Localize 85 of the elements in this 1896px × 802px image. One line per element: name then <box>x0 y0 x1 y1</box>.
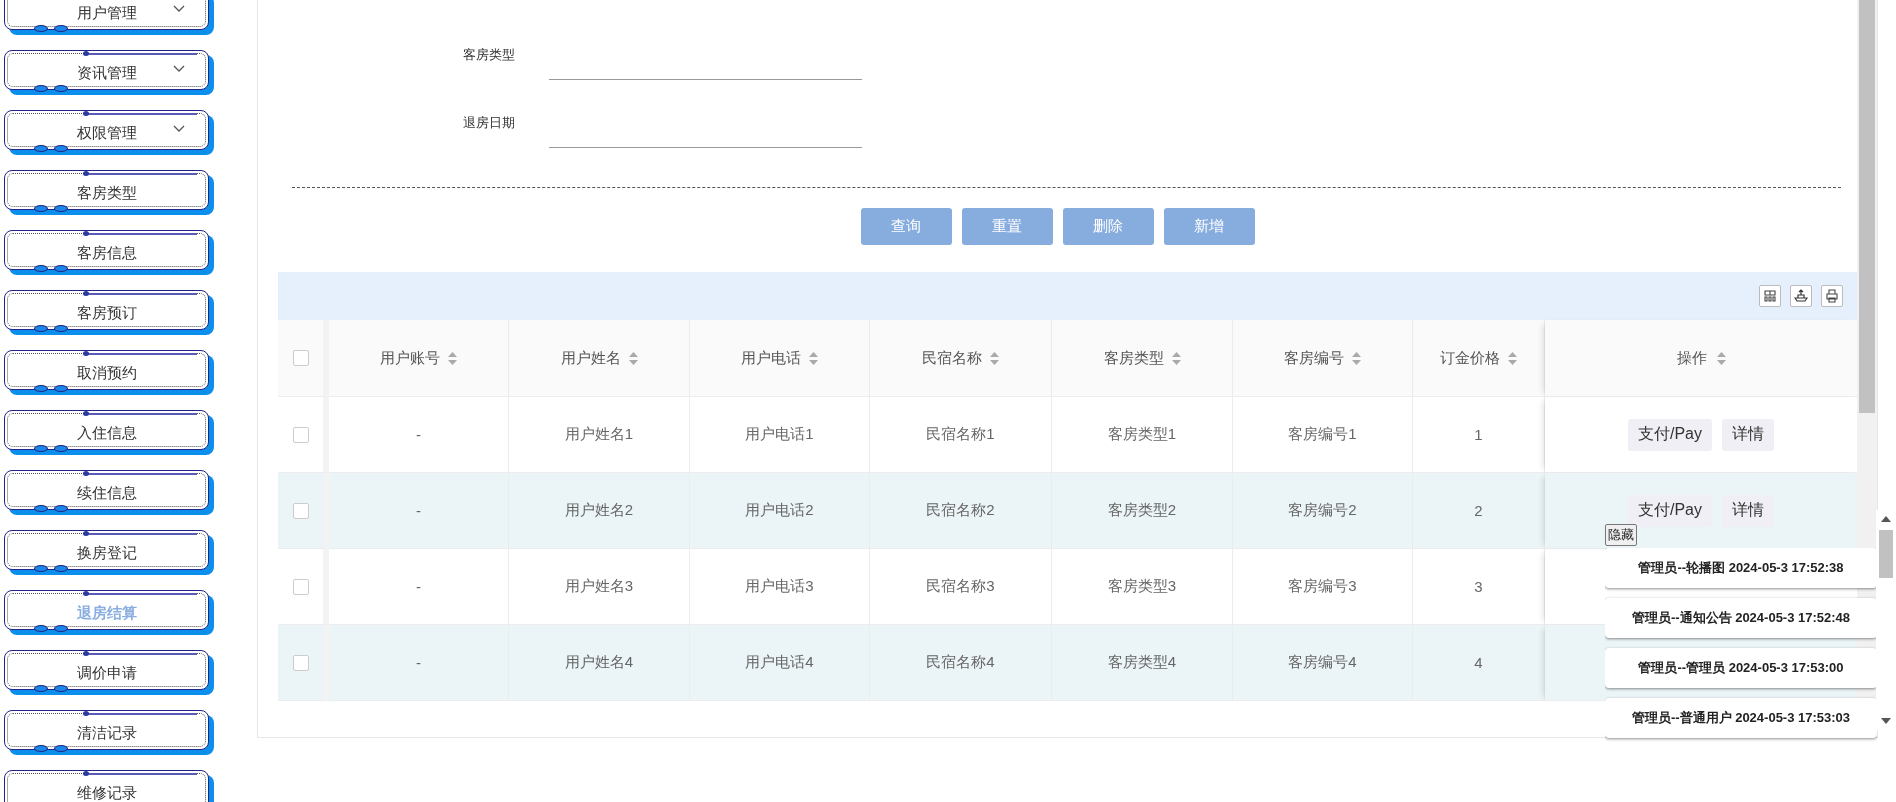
table-cell: 民宿名称3 <box>926 577 995 596</box>
scroll-thumb[interactable] <box>1859 0 1875 413</box>
sort-icon[interactable] <box>990 351 999 365</box>
export-icon <box>1794 289 1808 303</box>
hide-button[interactable]: 隐藏 <box>1605 524 1637 546</box>
table-cell: - <box>416 502 421 519</box>
checkbox[interactable] <box>292 654 309 671</box>
sort-icon[interactable] <box>628 351 638 365</box>
table-cell: 用户电话1 <box>745 425 814 444</box>
table-cell: 民宿名称1 <box>926 425 995 444</box>
row-action-button[interactable]: 详情 <box>1722 418 1774 451</box>
notification-card: 管理员--管理员 2024-05-3 17:53:00 <box>1605 648 1877 688</box>
table-cell: 4 <box>1474 654 1483 671</box>
checkbox[interactable] <box>292 426 309 443</box>
table-cell: 客房类型3 <box>1107 577 1177 596</box>
column-header: 用户账号 <box>380 348 440 368</box>
sidebar-item[interactable]: 取消预约 <box>4 350 215 396</box>
checkbox[interactable] <box>292 578 309 595</box>
table-cell: 客房编号4 <box>1288 653 1357 672</box>
sort-icon[interactable] <box>448 351 457 365</box>
sort-icon[interactable] <box>1716 351 1726 365</box>
column-header: 用户姓名 <box>560 348 621 368</box>
column-header: 民宿名称 <box>922 348 982 368</box>
checkbox[interactable] <box>292 350 309 366</box>
table-cell: 3 <box>1474 578 1483 595</box>
table-cell: 客房编号1 <box>1288 425 1357 444</box>
sidebar-item[interactable]: 换房登记 <box>4 530 215 576</box>
table-cell: - <box>416 426 421 443</box>
scroll-thumb[interactable] <box>1879 530 1893 578</box>
table-cell: 民宿名称4 <box>926 653 995 672</box>
table-cell: 客房类型2 <box>1107 501 1177 520</box>
table-cell: 用户电话2 <box>745 501 814 520</box>
sidebar-item[interactable]: 调价申请 <box>4 650 215 696</box>
field-label: 客房类型 <box>463 46 516 64</box>
sidebar-item[interactable]: 入住信息 <box>4 410 215 456</box>
table-cell: - <box>416 578 421 595</box>
row-action-button[interactable]: 详情 <box>1722 494 1774 527</box>
notification-card: 管理员--轮播图 2024-05-3 17:52:38 <box>1605 548 1877 588</box>
scroll-down-icon[interactable] <box>1881 718 1891 724</box>
table-cell: 客房类型1 <box>1107 425 1177 444</box>
checkbox[interactable] <box>292 502 309 519</box>
sidebar-item[interactable]: 客房预订 <box>4 290 215 336</box>
scroll-up-icon[interactable] <box>1881 516 1891 522</box>
chevron-down-icon[interactable] <box>173 5 185 13</box>
chevron-down-icon[interactable] <box>173 125 185 133</box>
chevron-down-icon[interactable] <box>173 65 185 73</box>
column-header: 用户电话 <box>741 348 801 368</box>
sidebar-item[interactable]: 续住信息 <box>4 470 215 516</box>
column-header: 操作 <box>1676 348 1707 368</box>
sidebar-item[interactable]: 清洁记录 <box>4 710 215 756</box>
table-cell: 用户姓名2 <box>564 501 634 520</box>
notification-card: 管理员--通知公告 2024-05-3 17:52:48 <box>1605 598 1877 638</box>
row-action-button[interactable]: 支付/Pay <box>1628 494 1712 527</box>
table-cell: 客房编号3 <box>1288 577 1357 596</box>
sidebar-item[interactable]: 权限管理 <box>4 110 215 156</box>
print-button[interactable] <box>1821 285 1843 307</box>
table-cell: 用户电话3 <box>745 577 814 596</box>
sidebar-item[interactable]: 客房信息 <box>4 230 215 276</box>
notification-card: 管理员--普通用户 2024-05-3 17:53:03 <box>1605 698 1877 738</box>
sort-icon[interactable] <box>1352 351 1361 365</box>
sort-icon[interactable] <box>1508 351 1517 365</box>
table-cell: - <box>416 654 421 671</box>
sidebar-item[interactable]: 资讯管理 <box>4 50 215 96</box>
sort-icon[interactable] <box>1171 351 1181 365</box>
table-cell: 用户姓名4 <box>564 653 634 672</box>
table-cell: 2 <box>1474 502 1483 519</box>
table-cell: 用户姓名1 <box>564 425 634 444</box>
sort-icon[interactable] <box>809 351 818 365</box>
table-cell: 用户姓名3 <box>564 577 634 596</box>
sidebar-item[interactable]: 维修记录 <box>4 770 215 802</box>
sidebar-item[interactable]: 客房类型 <box>4 170 215 216</box>
column-header: 客房编号 <box>1284 348 1344 368</box>
table-cell: 用户电话4 <box>745 653 814 672</box>
export-button[interactable] <box>1790 285 1812 307</box>
table-cell: 民宿名称2 <box>926 501 995 520</box>
table-cell: 客房类型4 <box>1107 653 1177 672</box>
table-cell: 客房编号2 <box>1288 501 1357 520</box>
row-action-button[interactable]: 支付/Pay <box>1628 418 1712 451</box>
columns-button[interactable] <box>1759 285 1781 307</box>
column-header: 客房类型 <box>1103 348 1164 368</box>
field-label: 退房日期 <box>463 114 516 132</box>
printer-icon <box>1825 289 1839 303</box>
columns-icon <box>1763 289 1777 303</box>
table-cell: 1 <box>1474 426 1483 443</box>
column-header: 订金价格 <box>1440 348 1500 368</box>
